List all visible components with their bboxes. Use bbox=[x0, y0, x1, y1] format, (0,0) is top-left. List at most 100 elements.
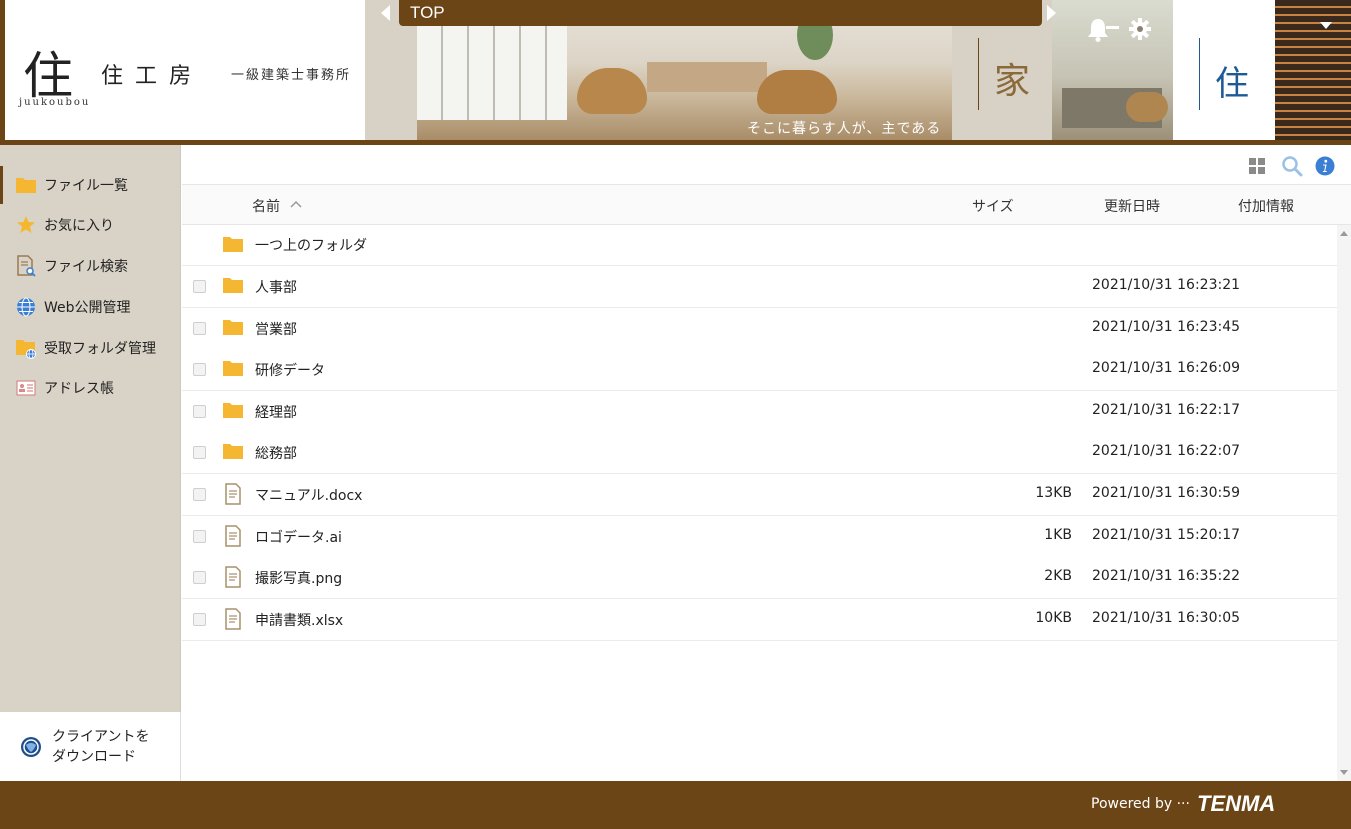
banner-photo-city bbox=[1275, 0, 1351, 140]
table-row[interactable]: 経理部 2021/10/31 16:22:17 bbox=[182, 391, 1337, 433]
sidebar-item-label: Web公開管理 bbox=[44, 300, 131, 316]
table-row[interactable]: 撮影写真.png 2KB 2021/10/31 16:35:22 bbox=[182, 557, 1337, 599]
header: 住 住工房 一級建築士事務所 juukoubou そこに暮らす人が、主であること… bbox=[0, 0, 1351, 145]
row-date: 2021/10/31 16:35:22 bbox=[1092, 568, 1241, 584]
download-line-1: クライアントを bbox=[52, 728, 150, 745]
logo-subtitle: 一級建築士事務所 bbox=[231, 68, 352, 83]
parent-folder-row[interactable]: 一つ上のフォルダ bbox=[182, 225, 1337, 266]
row-checkbox[interactable] bbox=[193, 322, 206, 335]
row-checkbox[interactable] bbox=[193, 613, 206, 626]
file-list: 一つ上のフォルダ 人事部 2021/10/31 16:23:21 営業部 202… bbox=[182, 225, 1337, 781]
sidebar-item-web-publish[interactable]: Web公開管理 bbox=[0, 288, 181, 326]
row-name[interactable]: 申請書類.xlsx bbox=[255, 610, 343, 630]
row-checkbox[interactable] bbox=[193, 571, 206, 584]
toolbar bbox=[182, 145, 1351, 185]
column-header-size[interactable]: サイズ bbox=[972, 196, 1014, 216]
table-row[interactable]: ロゴデータ.ai 1KB 2021/10/31 15:20:17 bbox=[182, 516, 1337, 558]
sidebar-item-file-list[interactable]: ファイル一覧 bbox=[0, 166, 181, 204]
brand-logo[interactable]: TENMA bbox=[1197, 791, 1275, 817]
sidebar-item-label: 受取フォルダ管理 bbox=[44, 341, 156, 357]
sidebar-item-label: お気に入り bbox=[44, 218, 114, 234]
star-icon bbox=[15, 214, 37, 236]
scroll-down-icon[interactable] bbox=[1340, 770, 1348, 775]
info-icon[interactable] bbox=[1315, 156, 1335, 176]
row-size: 10KB bbox=[1035, 610, 1072, 626]
row-size: 13KB bbox=[1035, 485, 1072, 501]
row-date: 2021/10/31 16:22:17 bbox=[1092, 402, 1241, 418]
table-row[interactable]: マニュアル.docx 13KB 2021/10/31 16:30:59 bbox=[182, 474, 1337, 516]
row-name[interactable]: 研修データ bbox=[255, 360, 325, 380]
logo[interactable]: 住 住工房 一級建築士事務所 juukoubou bbox=[5, 0, 365, 140]
row-name[interactable]: マニュアル.docx bbox=[255, 485, 362, 505]
row-name[interactable]: 経理部 bbox=[255, 402, 297, 422]
download-client-button[interactable]: クライアントを ダウンロード bbox=[0, 712, 181, 781]
receive-folder-icon bbox=[15, 337, 37, 359]
sort-ascending-icon[interactable] bbox=[290, 199, 302, 209]
banner-caption: そこに暮らす人が、主であること bbox=[747, 121, 942, 137]
sidebar-item-label: ファイル検索 bbox=[44, 259, 128, 275]
footer: Powered by ··· TENMA bbox=[0, 781, 1351, 829]
row-name[interactable]: 人事部 bbox=[255, 277, 297, 297]
row-date: 2021/10/31 16:26:09 bbox=[1092, 360, 1241, 376]
breadcrumb-forward-icon[interactable] bbox=[1047, 5, 1056, 21]
globe-icon bbox=[15, 296, 37, 318]
bell-icon[interactable] bbox=[1086, 16, 1120, 42]
row-date: 2021/10/31 16:22:07 bbox=[1092, 443, 1241, 459]
chevron-down-icon[interactable] bbox=[1320, 22, 1332, 29]
scrollbar[interactable] bbox=[1337, 225, 1351, 781]
table-row[interactable]: 研修データ 2021/10/31 16:26:09 bbox=[182, 349, 1337, 391]
row-date: 2021/10/31 16:23:21 bbox=[1092, 277, 1241, 293]
row-size: 1KB bbox=[1044, 527, 1072, 543]
search-icon[interactable] bbox=[1281, 155, 1303, 177]
row-date: 2021/10/31 16:23:45 bbox=[1092, 319, 1241, 335]
sidebar-item-address-book[interactable]: アドレス帳 bbox=[0, 369, 181, 407]
folder-icon bbox=[223, 237, 243, 252]
logo-roman: juukoubou bbox=[19, 97, 91, 108]
row-date: 2021/10/31 16:30:59 bbox=[1092, 485, 1241, 501]
powered-by-text: Powered by ··· bbox=[1091, 796, 1190, 812]
breadcrumb-top[interactable]: TOP bbox=[410, 3, 445, 23]
folder-icon bbox=[15, 174, 37, 196]
folder-icon bbox=[223, 403, 243, 418]
row-name[interactable]: 営業部 bbox=[255, 319, 297, 339]
column-header-name[interactable]: 名前 bbox=[252, 196, 280, 216]
table-row[interactable]: 総務部 2021/10/31 16:22:07 bbox=[182, 432, 1337, 474]
row-checkbox[interactable] bbox=[193, 280, 206, 293]
file-search-icon bbox=[15, 255, 37, 277]
row-name[interactable]: ロゴデータ.ai bbox=[255, 527, 342, 547]
row-size: 2KB bbox=[1044, 568, 1072, 584]
scroll-up-icon[interactable] bbox=[1340, 231, 1348, 236]
folder-icon bbox=[223, 320, 243, 335]
row-checkbox[interactable] bbox=[193, 488, 206, 501]
kanji-sumu-text: 住 bbox=[1215, 64, 1249, 104]
table-row[interactable]: 申請書類.xlsx 10KB 2021/10/31 16:30:05 bbox=[182, 599, 1337, 641]
address-card-icon bbox=[15, 377, 37, 399]
breadcrumb[interactable]: TOP bbox=[399, 0, 1042, 26]
folder-icon bbox=[223, 444, 243, 459]
sidebar-item-favorites[interactable]: お気に入り bbox=[0, 206, 181, 244]
row-checkbox[interactable] bbox=[193, 530, 206, 543]
sidebar-item-file-search[interactable]: ファイル検索 bbox=[0, 247, 181, 285]
file-icon bbox=[225, 608, 241, 630]
download-line-2: ダウンロード bbox=[52, 748, 136, 765]
row-checkbox[interactable] bbox=[193, 446, 206, 459]
column-header-date[interactable]: 更新日時 bbox=[1104, 196, 1160, 216]
row-name[interactable]: 撮影写真.png bbox=[255, 568, 342, 588]
file-icon bbox=[225, 566, 241, 588]
sidebar-item-receive-folder[interactable]: 受取フォルダ管理 bbox=[0, 329, 181, 367]
sidebar-item-label: アドレス帳 bbox=[44, 381, 114, 397]
column-header-info[interactable]: 付加情報 bbox=[1238, 196, 1294, 216]
download-client-label: クライアントを ダウンロード bbox=[52, 727, 149, 767]
grid-icon[interactable] bbox=[1249, 158, 1265, 174]
banner-kanji-sumu: 住 bbox=[1173, 0, 1275, 140]
gear-icon[interactable] bbox=[1128, 17, 1152, 41]
row-name[interactable]: 総務部 bbox=[255, 443, 297, 463]
row-checkbox[interactable] bbox=[193, 405, 206, 418]
table-row[interactable]: 営業部 2021/10/31 16:23:45 bbox=[182, 308, 1337, 350]
row-checkbox[interactable] bbox=[193, 363, 206, 376]
table-row[interactable]: 人事部 2021/10/31 16:23:21 bbox=[182, 266, 1337, 308]
folder-icon bbox=[223, 278, 243, 293]
breadcrumb-back-icon[interactable] bbox=[381, 5, 390, 21]
folder-icon bbox=[223, 361, 243, 376]
sidebar: ファイル一覧 お気に入り ファイル検索 Web公開管理 受取フォルダ管理 アドレ… bbox=[0, 145, 181, 712]
